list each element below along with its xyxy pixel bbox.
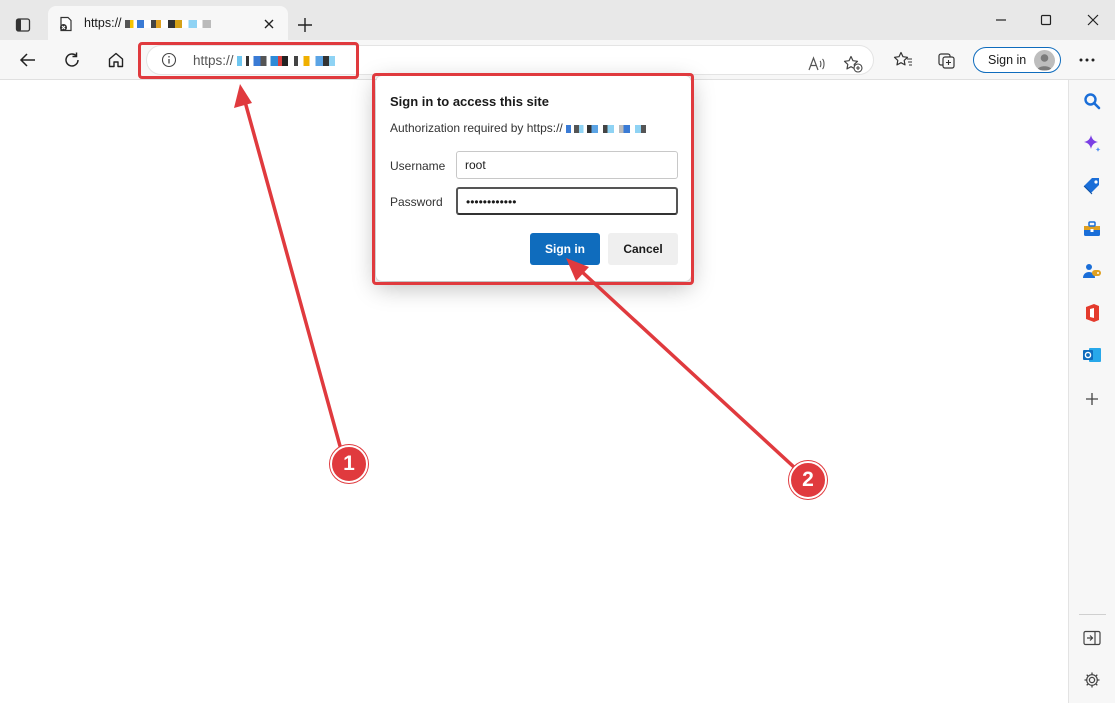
redacted-url [125, 19, 212, 28]
home-icon [108, 52, 124, 68]
read-aloud-button[interactable] [805, 52, 829, 76]
favorites-icon [893, 51, 912, 66]
refresh-icon [65, 52, 79, 67]
sidebar-hide-button[interactable] [1081, 627, 1103, 649]
sidebar-office-button[interactable] [1081, 302, 1103, 324]
sign-in-label: Sign in [988, 53, 1027, 67]
tab-actions-icon [15, 18, 31, 32]
arrow-2 [566, 258, 797, 470]
arrow-1 [234, 84, 342, 448]
sidebar-divider [1079, 614, 1106, 615]
read-aloud-icon [808, 56, 825, 71]
home-button[interactable] [102, 46, 130, 74]
plus-icon [1086, 393, 1098, 405]
refresh-button[interactable] [58, 46, 86, 74]
dialog-highlight-box [372, 73, 694, 285]
sidebar-games-button[interactable] [1081, 260, 1103, 282]
sidebar-copilot-button[interactable] [1081, 133, 1103, 155]
sidebar-tools-button[interactable] [1081, 218, 1103, 240]
profile-sign-in-button[interactable]: Sign in [973, 47, 1061, 73]
toolbox-icon [1084, 221, 1100, 236]
sidebar-settings-button[interactable] [1081, 669, 1103, 691]
maximize-button[interactable] [1026, 8, 1066, 32]
star-add-icon [843, 55, 863, 73]
new-tab-button[interactable] [292, 12, 318, 38]
close-window-button[interactable] [1073, 8, 1113, 32]
minimize-button[interactable] [981, 8, 1021, 32]
back-button[interactable] [14, 46, 42, 74]
sidebar-shopping-button[interactable] [1081, 175, 1103, 197]
settings-more-button[interactable] [1073, 46, 1101, 74]
avatar-icon [1034, 50, 1055, 71]
favorites-button[interactable] [889, 46, 917, 74]
hide-sidebar-icon [1083, 630, 1101, 646]
office-icon [1086, 304, 1099, 322]
outlook-icon [1083, 348, 1101, 362]
shopping-tag-icon [1083, 178, 1099, 195]
back-arrow-icon [19, 53, 35, 67]
collections-icon [938, 53, 955, 69]
edge-sidebar [1068, 80, 1115, 703]
step-2-badge: 2 [789, 461, 827, 499]
tab-strip: https:// [0, 0, 1115, 40]
step-1-badge: 1 [330, 445, 368, 483]
browser-tab[interactable]: https:// [48, 6, 288, 40]
games-icon [1083, 264, 1101, 278]
sidebar-outlook-button[interactable] [1081, 344, 1103, 366]
close-icon [264, 19, 274, 29]
sidebar-search-button[interactable] [1081, 90, 1103, 112]
tab-actions-button[interactable] [10, 12, 36, 38]
maximize-icon [1040, 14, 1052, 26]
address-highlight-box [138, 42, 359, 79]
page-favicon-icon [60, 16, 72, 32]
search-icon [1084, 93, 1101, 110]
tab-close-button[interactable] [260, 15, 278, 33]
more-options-icon [1079, 58, 1095, 62]
tab-title: https:// [84, 16, 212, 30]
add-favorite-button[interactable] [841, 52, 865, 76]
gear-icon [1084, 672, 1100, 688]
plus-icon [298, 18, 312, 32]
collections-button[interactable] [933, 46, 961, 74]
minimize-icon [996, 19, 1006, 21]
sparkle-icon [1084, 135, 1101, 152]
sidebar-add-button[interactable] [1081, 388, 1103, 410]
close-window-icon [1087, 14, 1099, 26]
